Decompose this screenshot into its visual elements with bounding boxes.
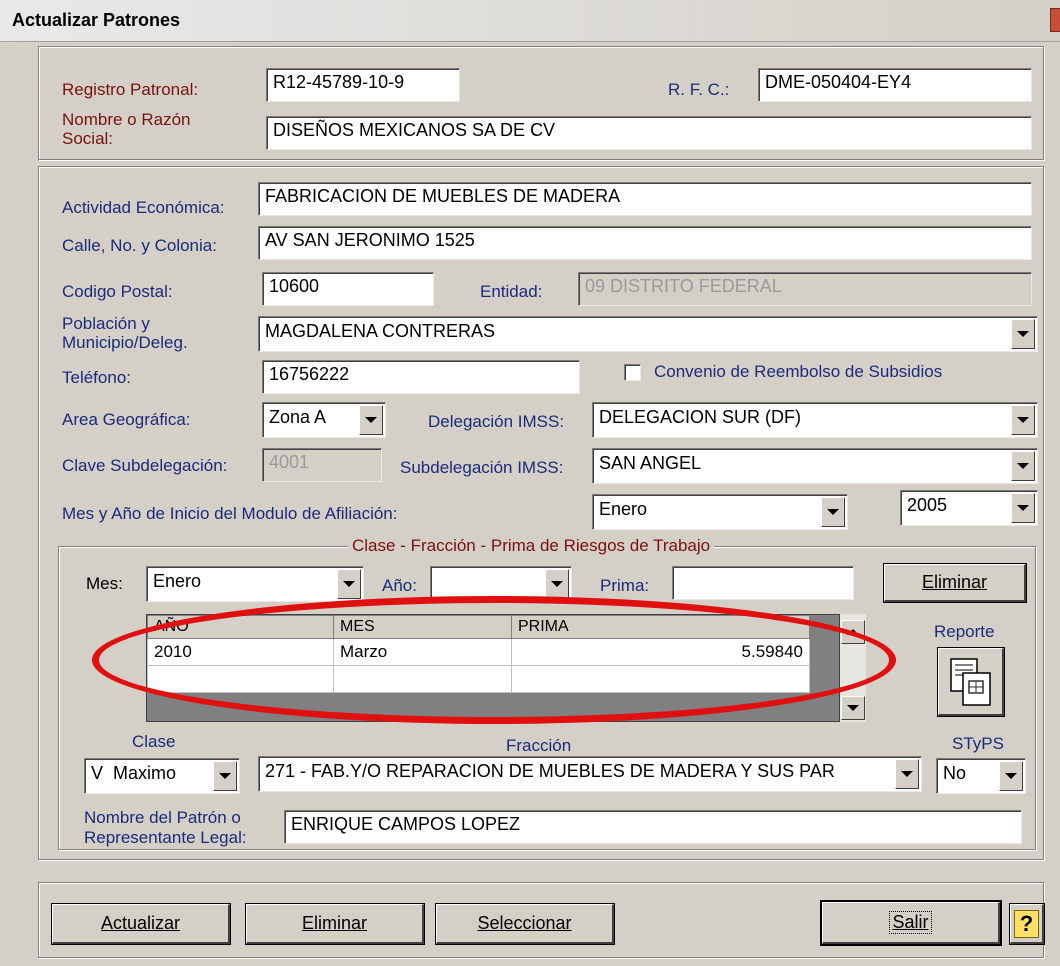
table-cell[interactable] <box>511 665 810 693</box>
scroll-up-icon[interactable] <box>841 620 865 644</box>
riesgos-eliminar-button[interactable]: Eliminar <box>883 563 1027 603</box>
poblacion-select[interactable]: MAGDALENA CONTRERAS <box>258 316 1038 352</box>
cp-field[interactable]: 10600 <box>262 272 434 306</box>
table-row[interactable] <box>147 665 810 693</box>
rfc-field[interactable]: DME-050404-EY4 <box>758 68 1032 102</box>
window-title: Actualizar Patrones <box>12 10 181 30</box>
reporte-label: Reporte <box>934 622 995 641</box>
table-scrollbar[interactable] <box>840 614 866 722</box>
riesgos-anio-select[interactable] <box>430 566 572 602</box>
representante-label: Nombre del Patrón o Representante Legal: <box>84 808 247 847</box>
registro-field[interactable]: R12-45789-10-9 <box>266 68 460 102</box>
riesgos-legend: Clase - Fracción - Prima de Riesgos de T… <box>348 536 715 556</box>
actualizar-label: Actualizar <box>100 913 181 933</box>
table-header-row: AÑO MES PRIMA <box>147 615 810 639</box>
chevron-down-icon[interactable] <box>821 497 845 527</box>
clave-sub-field: 4001 <box>262 448 382 482</box>
report-icon <box>949 657 991 706</box>
nombre-label: Nombre o Razón Social: <box>62 110 191 148</box>
riesgos-mes-value: Enero <box>146 566 364 602</box>
delegacion-value: DELEGACION SUR (DF) <box>592 402 1038 438</box>
clase-select[interactable]: V Maximo <box>84 758 240 794</box>
close-icon[interactable] <box>1050 8 1060 32</box>
fraccion-label: Fracción <box>506 736 572 755</box>
area-select[interactable]: Zona A <box>262 402 386 438</box>
title-bar: Actualizar Patrones <box>0 0 1060 42</box>
rfc-label: R. F. C.: <box>668 80 730 99</box>
subdelegacion-value: SAN ANGEL <box>592 448 1038 484</box>
delegacion-label: Delegación IMSS: <box>428 412 565 431</box>
fraccion-value: 271 - FAB.Y/O REPARACION DE MUEBLES DE M… <box>258 756 922 792</box>
column-header-prima[interactable]: PRIMA <box>511 615 810 639</box>
eliminar-label: Eliminar <box>301 913 367 933</box>
chevron-down-icon[interactable] <box>213 761 237 791</box>
table-cell[interactable]: Marzo <box>333 638 512 666</box>
table-row[interactable]: 2010 Marzo 5.59840 <box>147 638 810 666</box>
riesgos-eliminar-label: Eliminar <box>921 572 987 592</box>
table-cell[interactable]: 2010 <box>147 638 334 666</box>
riesgos-prima-label: Prima: <box>600 576 650 595</box>
calle-field[interactable]: AV SAN JERONIMO 1525 <box>258 226 1032 260</box>
table-cell[interactable]: 5.59840 <box>511 638 810 666</box>
salir-button[interactable]: Salir <box>820 900 1002 946</box>
chevron-down-icon[interactable] <box>895 759 919 789</box>
reporte-button[interactable] <box>937 647 1005 717</box>
riesgos-anio-label: Año: <box>382 576 417 595</box>
seleccionar-label: Seleccionar <box>477 913 572 933</box>
column-header-mes[interactable]: MES <box>333 615 512 639</box>
calle-label: Calle, No. y Colonia: <box>62 236 217 255</box>
actualizar-button[interactable]: Actualizar <box>51 903 231 945</box>
scroll-down-icon[interactable] <box>841 696 865 720</box>
chevron-down-icon[interactable] <box>1011 451 1035 481</box>
subdelegacion-label: Subdelegación IMSS: <box>400 458 564 477</box>
delegacion-select[interactable]: DELEGACION SUR (DF) <box>592 402 1038 438</box>
table-cell[interactable] <box>333 665 512 693</box>
mes-inicio-value: Enero <box>592 494 848 530</box>
actividad-label: Actividad Económica: <box>62 198 225 217</box>
seleccionar-button[interactable]: Seleccionar <box>435 903 615 945</box>
actividad-field[interactable]: FABRICACION DE MUEBLES DE MADERA <box>258 182 1032 216</box>
fraccion-select[interactable]: 271 - FAB.Y/O REPARACION DE MUEBLES DE M… <box>258 756 922 792</box>
chevron-down-icon[interactable] <box>337 569 361 599</box>
riesgos-prima-field[interactable] <box>672 566 854 600</box>
mes-inicio-select[interactable]: Enero <box>592 494 848 530</box>
cp-label: Codigo Postal: <box>62 282 173 301</box>
clase-label: Clase <box>132 732 176 751</box>
chevron-down-icon[interactable] <box>1011 493 1035 523</box>
eliminar-button[interactable]: Eliminar <box>245 903 425 945</box>
column-header-anio[interactable]: AÑO <box>147 615 334 639</box>
convenio-label: Convenio de Reembolso de Subsidios <box>654 362 943 381</box>
help-icon: ? <box>1013 909 1040 938</box>
telefono-field[interactable]: 16756222 <box>262 360 580 394</box>
styps-label: STyPS <box>952 734 1004 753</box>
entidad-label: Entidad: <box>480 282 543 301</box>
chevron-down-icon[interactable] <box>1011 405 1035 435</box>
salir-label: Salir <box>889 911 932 934</box>
riesgos-table[interactable]: AÑO MES PRIMA 2010 Marzo 5.59840 <box>146 614 840 722</box>
representante-field[interactable]: ENRIQUE CAMPOS LOPEZ <box>284 810 1022 844</box>
chevron-down-icon[interactable] <box>1011 319 1035 349</box>
registro-label: Registro Patronal: <box>62 80 199 99</box>
chevron-down-icon[interactable] <box>999 761 1023 791</box>
help-button[interactable]: ? <box>1009 903 1045 945</box>
riesgos-mes-select[interactable]: Enero <box>146 566 364 602</box>
mes-anio-label: Mes y Año de Inicio del Modulo de Afilia… <box>62 504 398 523</box>
telefono-label: Teléfono: <box>62 368 131 387</box>
area-label: Area Geográfica: <box>62 410 191 429</box>
entidad-field: 09 DISTRITO FEDERAL <box>578 272 1032 306</box>
chevron-down-icon[interactable] <box>359 405 383 435</box>
riesgos-mes-label: Mes: <box>86 574 123 593</box>
poblacion-value: MAGDALENA CONTRERAS <box>258 316 1038 352</box>
styps-select[interactable]: No <box>936 758 1026 794</box>
nombre-field[interactable]: DISEÑOS MEXICANOS SA DE CV <box>266 116 1032 150</box>
table-cell[interactable] <box>147 665 334 693</box>
anio-inicio-select[interactable]: 2005 <box>900 490 1038 526</box>
poblacion-label: Población y Municipio/Deleg. <box>62 314 188 352</box>
subdelegacion-select[interactable]: SAN ANGEL <box>592 448 1038 484</box>
chevron-down-icon[interactable] <box>545 569 569 599</box>
convenio-checkbox[interactable] <box>624 364 641 381</box>
clave-sub-label: Clave Subdelegación: <box>62 456 228 475</box>
